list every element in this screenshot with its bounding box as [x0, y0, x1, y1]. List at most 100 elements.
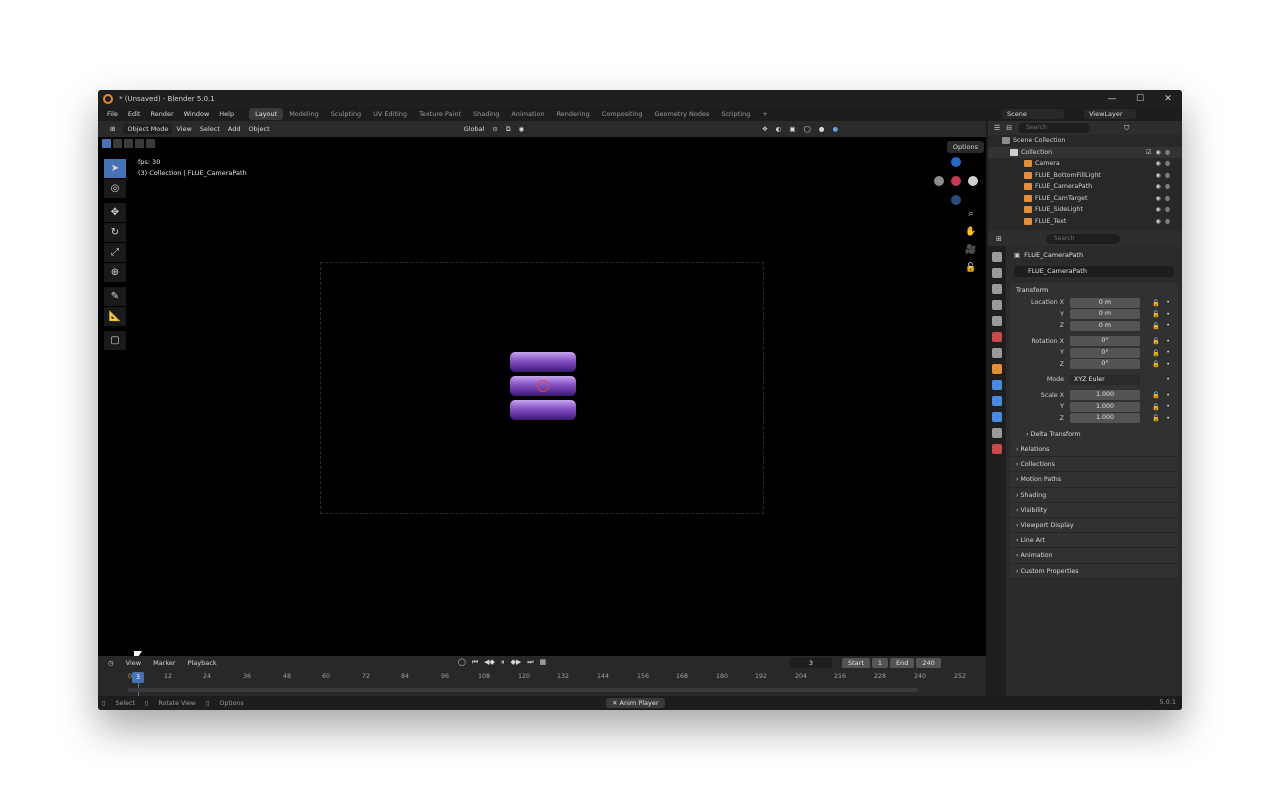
keyframe-dot-icon[interactable]: •: [1166, 376, 1170, 383]
visibility-toggles[interactable]: ☑◉◍: [1146, 149, 1174, 156]
outliner-item[interactable]: FLUE_Text ◉◍: [988, 216, 1182, 228]
gizmo-toggle-icon[interactable]: ✥: [758, 125, 771, 133]
tab-uv-editing[interactable]: UV Editing: [367, 108, 413, 120]
close-button[interactable]: ✕: [1154, 90, 1182, 107]
lock-icon[interactable]: 🔓: [1152, 337, 1160, 345]
timeline-ruler[interactable]: 0 12 24 36 48 60 72 84 96 108 120 132 14…: [98, 670, 986, 697]
keying-icon[interactable]: ▦: [540, 658, 547, 667]
visibility-panel[interactable]: › Visibility: [1010, 502, 1178, 518]
orientation-dropdown[interactable]: Global: [460, 125, 489, 133]
lock-icon[interactable]: 🔓: [1152, 299, 1160, 307]
properties-search-input[interactable]: Search: [1045, 233, 1120, 244]
collections-panel[interactable]: › Collections: [1010, 457, 1178, 473]
timeline-scrollbar[interactable]: [128, 688, 918, 692]
jump-start-icon[interactable]: ⏮: [472, 658, 478, 667]
tab-layout[interactable]: Layout: [249, 108, 284, 120]
timeline-menu-marker[interactable]: Marker: [147, 659, 181, 667]
keyframe-dot-icon[interactable]: •: [1166, 322, 1170, 329]
tab-scripting[interactable]: Scripting: [715, 108, 756, 120]
tab-animation[interactable]: Animation: [505, 108, 550, 120]
menu-render[interactable]: Render: [145, 110, 178, 118]
particles-tab-icon[interactable]: [992, 396, 1002, 406]
menu-file[interactable]: File: [102, 110, 123, 118]
menu-select[interactable]: Select: [196, 125, 224, 133]
scale-x-field[interactable]: 1.000: [1070, 390, 1140, 401]
shading-wireframe-icon[interactable]: ◯: [799, 125, 814, 133]
camera-view-icon[interactable]: 🎥: [964, 245, 978, 259]
keyframe-dot-icon[interactable]: •: [1166, 415, 1170, 422]
3d-viewport[interactable]: ➤ ◎ ✥ ↻ ⤢ ⊕ ✎ 📐 ▢ fps: 30 (3) Collection…: [98, 137, 986, 710]
object-mode-dropdown[interactable]: Object Mode: [123, 124, 173, 134]
tab-texture-paint[interactable]: Texture Paint: [413, 108, 467, 120]
world-tab-icon[interactable]: [992, 332, 1002, 342]
shading-rendered-icon[interactable]: ●: [828, 125, 842, 133]
tab-shading[interactable]: Shading: [467, 108, 505, 120]
gizmo-neg-y-axis-icon[interactable]: [934, 176, 944, 186]
outliner-search-input[interactable]: Search: [1018, 123, 1091, 133]
pivot-icon[interactable]: ⊙: [488, 125, 501, 133]
object-name[interactable]: FLUE_CameraPath: [1024, 251, 1083, 259]
animation-panel[interactable]: › Animation: [1010, 548, 1178, 564]
add-workspace-button[interactable]: +: [756, 108, 773, 120]
snap-icon[interactable]: ⧉: [502, 125, 515, 134]
keyframe-dot-icon[interactable]: •: [1166, 392, 1170, 399]
gizmo-neg-z-axis-icon[interactable]: [951, 195, 961, 205]
lock-icon[interactable]: 🔓: [1152, 310, 1160, 318]
select-invert-mode-icon[interactable]: [135, 139, 144, 148]
tab-modeling[interactable]: Modeling: [283, 108, 325, 120]
rotate-tool-icon[interactable]: ↻: [104, 223, 126, 242]
pan-hand-icon[interactable]: ✋: [964, 227, 978, 241]
step-forward-icon[interactable]: ◆▶: [510, 658, 521, 667]
scene-tab-icon[interactable]: [992, 316, 1002, 326]
tab-sculpting[interactable]: Sculpting: [325, 108, 367, 120]
lock-icon[interactable]: 🔓: [1152, 391, 1160, 399]
record-icon[interactable]: ◯: [458, 658, 466, 667]
keyframe-dot-icon[interactable]: •: [1166, 311, 1170, 318]
lock-icon[interactable]: 🔓: [1152, 322, 1160, 330]
navigation-gizmo[interactable]: [934, 155, 978, 215]
outliner-item[interactable]: Camera ◉◍: [988, 158, 1182, 170]
constraints-tab-icon[interactable]: [992, 428, 1002, 438]
cursor-tool-icon[interactable]: ◎: [104, 179, 126, 198]
shading-solid-icon[interactable]: ●: [815, 125, 829, 133]
visibility-toggles[interactable]: ◉◍: [1156, 218, 1174, 225]
location-y-field[interactable]: 0 m: [1070, 309, 1140, 320]
jump-end-icon[interactable]: ⏭: [527, 658, 533, 667]
collection-tab-icon[interactable]: [992, 348, 1002, 358]
editor-type-icon[interactable]: ⊞: [106, 125, 119, 133]
menu-window[interactable]: Window: [179, 110, 215, 118]
scene-selector[interactable]: Scene: [1002, 109, 1064, 119]
output-tab-icon[interactable]: [992, 284, 1002, 294]
current-frame-marker[interactable]: 3: [132, 672, 144, 683]
overlay-toggle-icon[interactable]: ◐: [772, 125, 786, 133]
move-tool-icon[interactable]: ✥: [104, 203, 126, 222]
properties-editor-icon[interactable]: ⊞: [996, 235, 1002, 243]
shading-panel[interactable]: › Shading: [1010, 487, 1178, 503]
physics-tab-icon[interactable]: [992, 412, 1002, 422]
tab-rendering[interactable]: Rendering: [551, 108, 596, 120]
custom-properties-panel[interactable]: › Custom Properties: [1010, 563, 1178, 579]
xray-toggle-icon[interactable]: ▣: [785, 125, 799, 133]
menu-help[interactable]: Help: [214, 110, 239, 118]
display-mode-icon[interactable]: ⊟: [1006, 124, 1012, 132]
select-subtract-mode-icon[interactable]: [124, 139, 133, 148]
menu-object[interactable]: Object: [245, 125, 274, 133]
gizmo-z-axis-icon[interactable]: [951, 157, 961, 167]
proportional-edit-icon[interactable]: ◉: [515, 125, 529, 133]
timeline-menu-playback[interactable]: Playback: [182, 659, 223, 667]
object-tab-icon[interactable]: [992, 364, 1002, 374]
visibility-toggles[interactable]: ◉◍: [1156, 195, 1174, 202]
scale-y-field[interactable]: 1.000: [1070, 401, 1140, 412]
object-datablock-field[interactable]: FLUE_CameraPath: [1014, 266, 1174, 277]
lock-icon[interactable]: 🔓: [1152, 349, 1160, 357]
visibility-toggles[interactable]: ◉◍: [1156, 183, 1174, 190]
menu-edit[interactable]: Edit: [123, 110, 146, 118]
rotation-z-field[interactable]: 0°: [1070, 359, 1140, 370]
scale-z-field[interactable]: 1.000: [1070, 413, 1140, 424]
current-frame-field[interactable]: 3: [790, 658, 832, 668]
view-layer-tab-icon[interactable]: [992, 300, 1002, 310]
modifier-tab-icon[interactable]: [992, 380, 1002, 390]
transform-tool-icon[interactable]: ⊕: [104, 263, 126, 282]
end-frame-field[interactable]: 240: [916, 658, 941, 668]
keyframe-dot-icon[interactable]: •: [1166, 403, 1170, 410]
